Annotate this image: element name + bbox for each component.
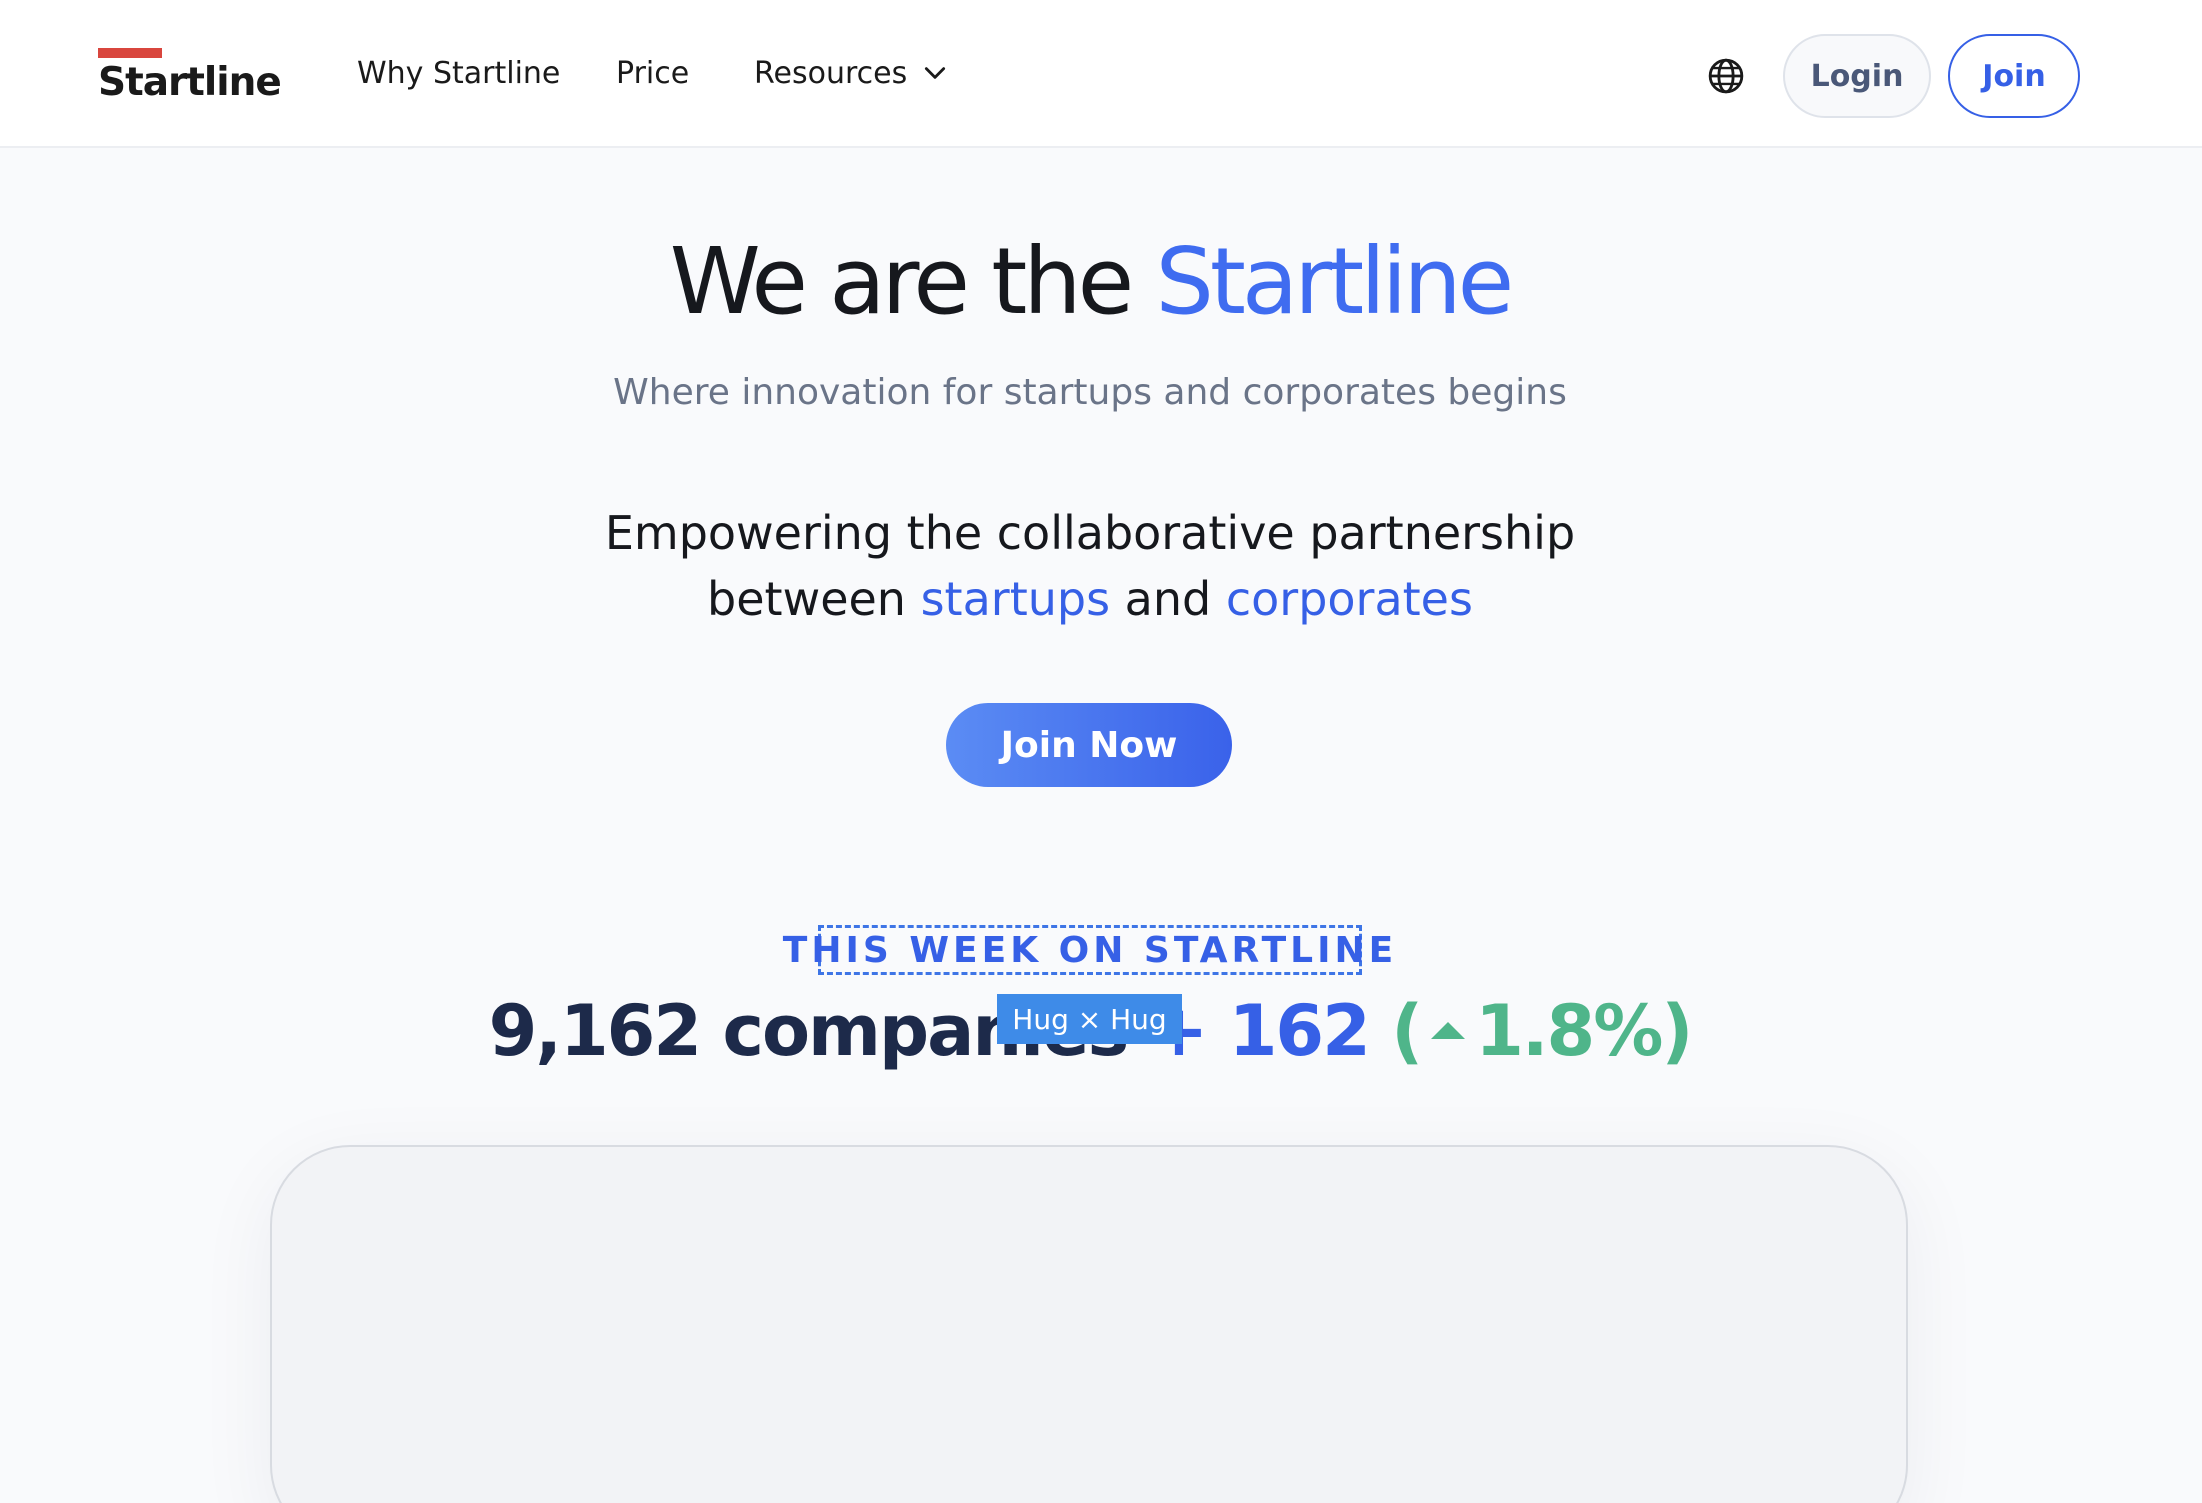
- hero-body-line1: Empowering the collaborative partnership: [604, 506, 1576, 560]
- hero-body-corporates: corporates: [1225, 572, 1473, 626]
- nav-resources[interactable]: Resources: [754, 56, 907, 91]
- logo-text: Startline: [98, 60, 282, 105]
- join-now-button[interactable]: Join Now: [946, 703, 1232, 787]
- trend-up-icon: [1431, 1022, 1466, 1040]
- hero-title-prefix: We are the: [669, 228, 1156, 335]
- chevron-down-icon[interactable]: [922, 60, 948, 86]
- paren-open: (: [1391, 990, 1423, 1072]
- logo[interactable]: Startline: [98, 48, 298, 108]
- hero-body-between: between: [707, 572, 921, 626]
- hero-body: Empowering the collaborative partnership…: [0, 500, 2180, 632]
- login-button[interactable]: Login: [1783, 34, 1931, 118]
- nav-price[interactable]: Price: [616, 56, 689, 91]
- join-button[interactable]: Join: [1948, 34, 2080, 118]
- logo-bar: [98, 48, 162, 58]
- site-header: Startline Why Startline Price Resources …: [0, 0, 2202, 148]
- hero-subtitle: Where innovation for startups and corpor…: [613, 372, 1567, 413]
- preview-card: [270, 1145, 1908, 1503]
- hero-body-and: and: [1110, 572, 1226, 626]
- hero-title-accent: Startline: [1155, 228, 1514, 335]
- hero-body-line2: between startups and corporates: [0, 566, 2180, 632]
- nav-why-startline[interactable]: Why Startline: [357, 56, 560, 91]
- growth-percent: 1.8%): [1475, 990, 1693, 1072]
- hero-body-startups: startups: [920, 572, 1111, 626]
- selection-size-tag: Hug × Hug: [997, 994, 1182, 1044]
- globe-icon[interactable]: [1707, 57, 1745, 95]
- this-week-label[interactable]: THIS WEEK ON STARTLINE: [783, 925, 1393, 975]
- hero-title: We are the Startline: [0, 228, 2180, 335]
